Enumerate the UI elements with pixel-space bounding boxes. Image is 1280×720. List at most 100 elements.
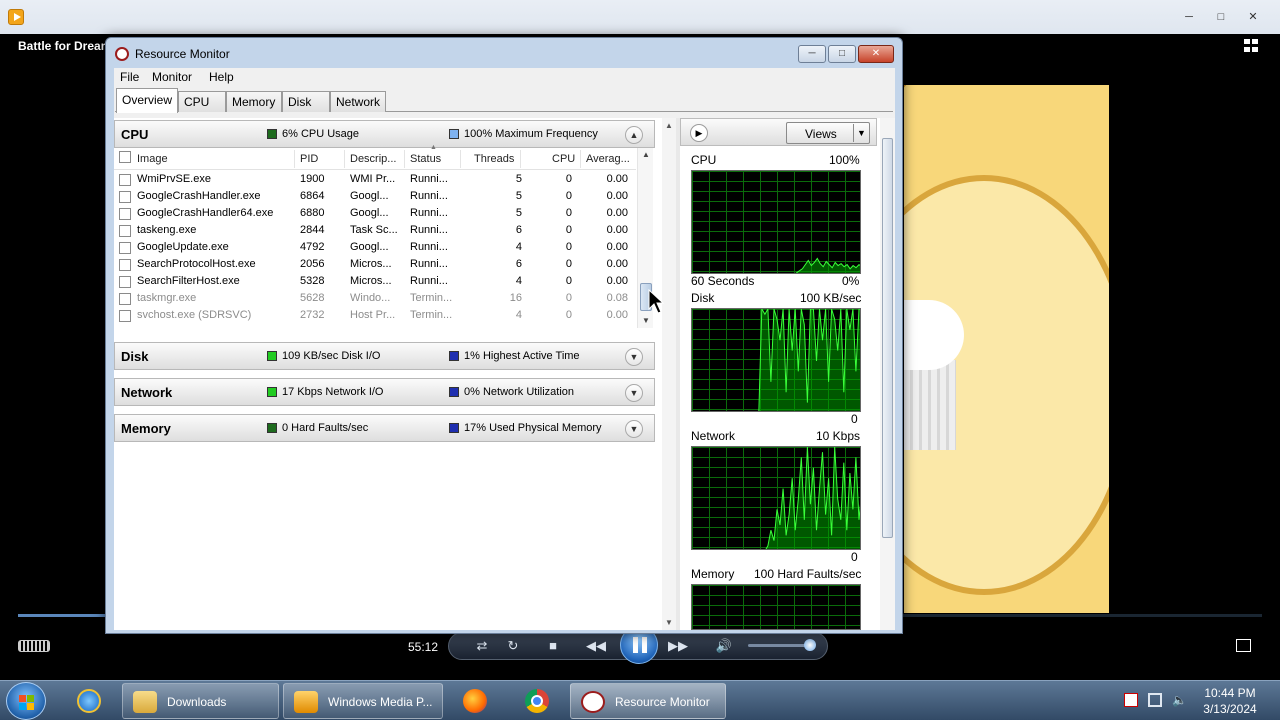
fullscreen-icon[interactable] [1236,639,1251,652]
start-button[interactable] [6,682,46,720]
col-status[interactable]: Status [410,153,441,165]
minimize-button[interactable]: ─ [1176,10,1202,26]
menu-file[interactable]: File [120,70,139,84]
repeat-icon[interactable]: ↻ [503,637,523,655]
chrome-icon[interactable] [514,683,560,719]
network-utilization: 0% Network Utilization [464,386,575,398]
maximize-button[interactable]: □ [1208,10,1234,26]
taskbar-item-resource-monitor[interactable]: Resource Monitor [570,683,726,719]
row-checkbox[interactable] [119,310,131,322]
firefox-icon[interactable] [452,683,498,719]
views-dropdown[interactable]: Views ▼ [786,122,870,144]
graph-pane-scrollbar[interactable] [880,118,895,630]
internet-explorer-icon[interactable] [66,683,112,719]
scroll-down-icon[interactable]: ▼ [642,316,650,325]
taskbar-item-label: Windows Media P... [328,695,433,709]
table-row[interactable]: taskeng.exe 2844 Task Sc... Runni... 6 0 0.00 [114,222,636,239]
minimize-button[interactable]: ─ [798,45,826,63]
disk-section-header[interactable]: Disk 109 KB/sec Disk I/O 1% Highest Acti… [114,342,655,370]
tab-memory[interactable]: Memory [226,91,282,112]
media-title: Battle for Dream [18,39,112,53]
expand-chevron-down-icon[interactable]: ▼ [625,384,643,402]
scroll-up-icon[interactable]: ▲ [665,121,673,130]
graph-pane: ▶ Views ▼ CPU 100% 60 Seconds 0% Disk 10… [680,118,895,630]
cell-status: Runni... [410,190,448,202]
play-speed-gripper-icon[interactable] [18,640,50,652]
table-row[interactable]: SearchProtocolHost.exe 2056 Micros... Runni… [114,256,636,273]
resource-monitor-titlebar[interactable]: Resource Monitor ─ □ ✕ [106,38,902,68]
row-checkbox[interactable] [119,259,131,271]
scroll-up-icon[interactable]: ▲ [642,150,650,159]
select-all-checkbox[interactable] [119,151,131,163]
menu-help[interactable]: Help [209,70,234,84]
table-row[interactable]: GoogleUpdate.exe 4792 Googl... Runni... 4 0 0.… [114,239,636,256]
shuffle-icon[interactable]: ⇄ [472,637,492,655]
collapse-pane-arrow-icon[interactable]: ▶ [690,124,708,142]
switch-to-library-icon[interactable] [1244,39,1260,53]
collapse-chevron-up-icon[interactable]: ▲ [625,126,643,144]
row-checkbox[interactable] [119,174,131,186]
media-player-titlebar[interactable]: ─ □ ✕ [0,0,1280,34]
volume-slider[interactable] [748,644,812,647]
cell-cpu: 0 [565,190,572,202]
menu-monitor[interactable]: Monitor [152,70,192,84]
row-checkbox[interactable] [119,191,131,203]
cell-status: Runni... [410,258,448,270]
col-average-cpu[interactable]: Averag... [586,153,630,165]
cell-image: taskeng.exe [137,224,197,236]
previous-icon[interactable]: ◀◀ [586,637,606,655]
volume-muted-icon[interactable]: 🔈 [1172,693,1187,707]
action-center-icon[interactable] [1124,693,1138,707]
next-icon[interactable]: ▶▶ [668,637,688,655]
volume-slider-knob[interactable] [804,639,816,651]
tab-overview[interactable]: Overview [116,88,178,113]
clock-date: 3/13/2024 [1203,702,1257,716]
left-pane-scrollbar[interactable]: ▲ ▼ [662,118,676,630]
cpu-section-header[interactable]: CPU 6% CPU Usage 100% Maximum Frequency … [114,120,655,148]
taskbar-item-downloads[interactable]: Downloads [122,683,279,719]
maximize-button[interactable]: □ [828,45,856,63]
network-section-header[interactable]: Network 17 Kbps Network I/O 0% Network U… [114,378,655,406]
stop-icon[interactable]: ■ [543,637,563,655]
row-checkbox[interactable] [119,276,131,288]
tab-network[interactable]: Network [330,91,386,112]
scroll-down-icon[interactable]: ▼ [665,618,673,627]
cpu-graph [691,170,861,274]
col-pid[interactable]: PID [300,153,318,165]
scrollbar-thumb[interactable] [882,138,893,538]
chevron-down-icon[interactable]: ▼ [853,124,869,142]
tab-disk[interactable]: Disk [282,91,330,112]
table-row[interactable]: GoogleCrashHandler64.exe 6880 Googl... Runn… [114,205,636,222]
expand-chevron-down-icon[interactable]: ▼ [625,420,643,438]
tab-cpu[interactable]: CPU [178,91,226,112]
row-checkbox[interactable] [119,242,131,254]
memory-section-header[interactable]: Memory 0 Hard Faults/sec 17% Used Physic… [114,414,655,442]
cell-cpu: 0 [565,275,572,287]
sort-ascending-icon: ▲ [430,144,437,151]
close-button[interactable]: ✕ [858,45,894,63]
taskbar-item-media-player[interactable]: Windows Media P... [283,683,443,719]
system-clock[interactable]: 10:44 PM 3/13/2024 [1190,685,1270,717]
table-row[interactable]: WmiPrvSE.exe 1900 WMI Pr... Runni... 5 0 0.00 [114,171,636,188]
table-row[interactable]: svchost.exe (SDRSVC) 2732 Host Pr... Termin… [114,307,636,324]
table-row[interactable]: taskmgr.exe 5628 Windo... Termin... 16 0 0.08 [114,290,636,307]
volume-icon[interactable]: 🔊 [714,637,734,655]
row-checkbox[interactable] [119,225,131,237]
table-row[interactable]: GoogleCrashHandler.exe 6864 Googl... Runni.… [114,188,636,205]
col-image[interactable]: Image [137,153,168,165]
cell-status: Runni... [410,275,448,287]
cell-image: SearchProtocolHost.exe [137,258,256,270]
folder-icon [133,691,157,713]
close-button[interactable]: ✕ [1240,10,1266,26]
col-threads[interactable]: Threads [474,153,514,165]
network-icon[interactable] [1148,693,1162,707]
elapsed-time: 55:12 [408,640,439,654]
col-cpu[interactable]: CPU [552,153,575,165]
expand-chevron-down-icon[interactable]: ▼ [625,348,643,366]
cell-status: Termin... [410,292,453,304]
row-checkbox[interactable] [119,208,131,220]
row-checkbox[interactable] [119,293,131,305]
cell-image: GoogleCrashHandler.exe [137,190,261,202]
col-description[interactable]: Descrip... [350,153,396,165]
table-row[interactable]: SearchFilterHost.exe 5328 Micros... Runni..… [114,273,636,290]
